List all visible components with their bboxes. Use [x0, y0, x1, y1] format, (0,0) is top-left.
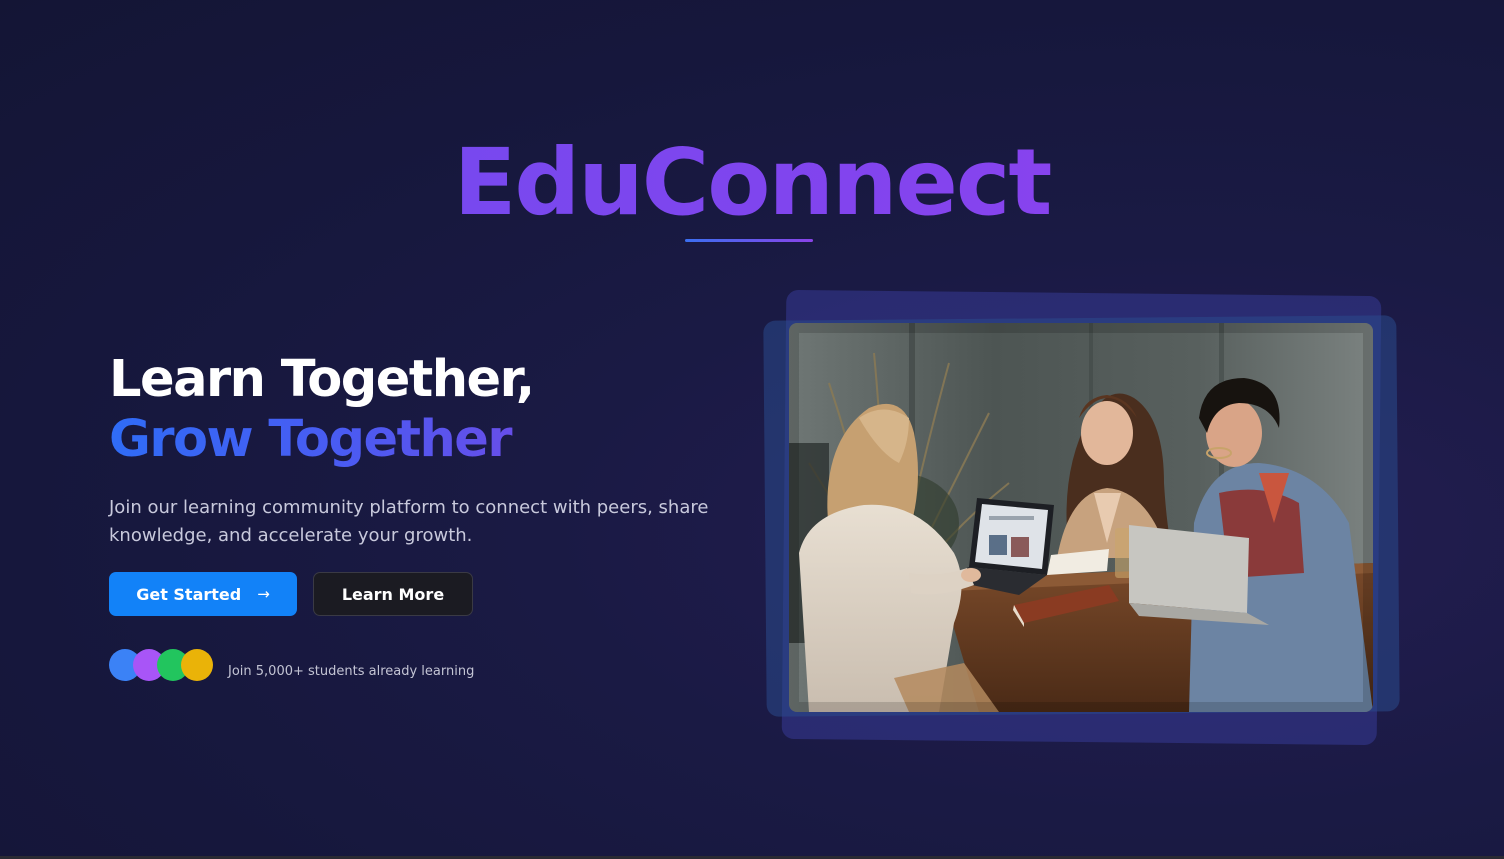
avatar	[181, 649, 213, 681]
get-started-label: Get Started	[136, 584, 242, 604]
student-avatar-group	[109, 649, 219, 683]
brand-underline-divider	[685, 239, 813, 242]
brand-logo-text: EduConnect	[0, 128, 1504, 238]
social-proof-text: Join 5,000+ students already learning	[228, 664, 475, 679]
arrow-right-icon: →	[257, 585, 270, 603]
headline-line-2: Grow Together	[109, 410, 534, 470]
learn-more-button[interactable]: Learn More	[313, 572, 473, 616]
learn-more-label: Learn More	[341, 584, 445, 604]
hero-headline: Learn Together, Grow Together	[109, 350, 535, 470]
headline-line-1: Learn Together,	[109, 350, 535, 409]
hero-subtitle: Join our learning community platform to …	[109, 497, 709, 546]
get-started-button[interactable]: Get Started →	[109, 572, 297, 616]
students-photo-illustration	[789, 323, 1373, 712]
hero-photo	[789, 323, 1373, 712]
